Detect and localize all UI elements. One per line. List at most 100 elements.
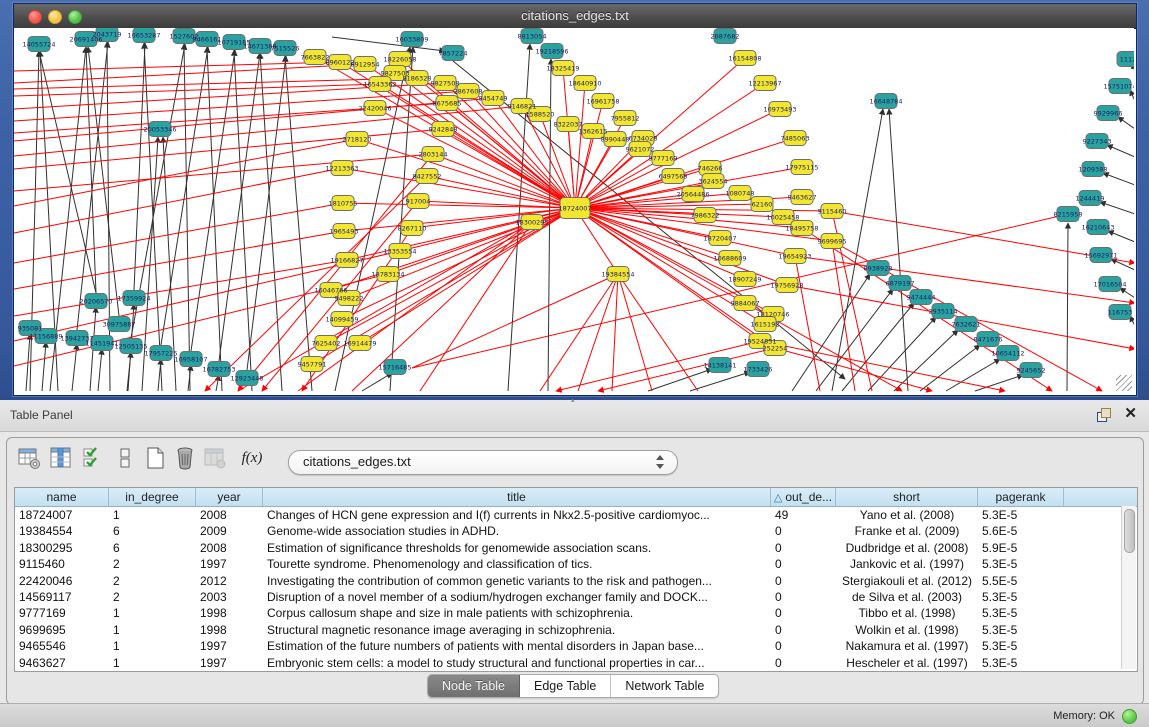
table-cell-year[interactable]: 2012	[196, 573, 263, 589]
table-cell-name[interactable]: 9465546	[15, 638, 109, 654]
table-cell-year[interactable]: 1998	[196, 622, 263, 638]
graph-edge[interactable]	[889, 109, 908, 391]
graph-edge[interactable]	[191, 50, 235, 351]
graph-edge[interactable]	[343, 203, 575, 208]
table-cell-short[interactable]: Nakamura et al. (1997)	[836, 638, 978, 654]
graph-edge[interactable]	[1100, 202, 1134, 214]
column-header-name[interactable]: name	[15, 488, 109, 506]
table-cell-pagerank[interactable]: 5.5E-5	[978, 573, 1064, 589]
graph-edge[interactable]	[568, 124, 575, 208]
graph-edge[interactable]	[1120, 288, 1134, 298]
graph-edge[interactable]	[1103, 173, 1134, 185]
graph-edge[interactable]	[832, 109, 883, 391]
table-row[interactable]: 1830029562008Estimation of significance …	[15, 540, 1119, 556]
table-cell-in_degree[interactable]: 2	[109, 573, 196, 589]
table-cell-pagerank[interactable]: 5.6E-5	[978, 523, 1064, 539]
table-cell-name[interactable]: 19384554	[15, 523, 109, 539]
splitter-handle-icon[interactable]: ▴	[571, 398, 580, 403]
graph-edge[interactable]	[975, 375, 1023, 391]
column-header-short[interactable]: short	[836, 488, 978, 506]
table-cell-in_degree[interactable]: 1	[109, 638, 196, 654]
tab-edge-table[interactable]: Edge Table	[520, 675, 611, 697]
graph-edge[interactable]	[612, 274, 618, 391]
graph-edge[interactable]	[134, 43, 145, 290]
graph-edge[interactable]	[14, 203, 343, 263]
import-table-icon[interactable]	[202, 445, 228, 471]
column-header-year[interactable]: year	[196, 488, 263, 506]
table-cell-title[interactable]: Tourette syndrome. Phenomenology and cla…	[263, 556, 771, 572]
column-header-in_degree[interactable]: in_degree	[109, 488, 196, 506]
table-cell-name[interactable]: 9777169	[15, 605, 109, 621]
table-cell-year[interactable]: 2008	[196, 540, 263, 556]
tab-network-table[interactable]: Network Table	[611, 675, 718, 697]
table-cell-short[interactable]: Jankovic et al. (1997)	[836, 556, 978, 572]
table-cell-in_degree[interactable]: 6	[109, 540, 196, 556]
table-cell-title[interactable]: Disruption of a novel member of a sodium…	[263, 589, 771, 605]
graph-edge[interactable]	[14, 168, 342, 233]
network-window[interactable]: citations_edges.txt 1405572420	[13, 3, 1137, 396]
table-cell-year[interactable]: 2003	[196, 589, 263, 605]
function-builder-icon[interactable]: f(x)	[236, 445, 268, 471]
table-row[interactable]: 911546021997Tourette syndrome. Phenomeno…	[15, 556, 1119, 572]
table-cell-name[interactable]: 22420046	[15, 573, 109, 589]
table-cell-short[interactable]: Dudbridge et al. (2008)	[836, 540, 978, 556]
table-row[interactable]: 2242004622012Investigating the contribut…	[15, 573, 1119, 589]
graph-edge[interactable]	[433, 154, 575, 208]
memory-ok-icon[interactable]	[1122, 709, 1137, 724]
table-cell-pagerank[interactable]: 5.3E-5	[978, 589, 1064, 605]
column-header-pagerank[interactable]: pagerank	[978, 488, 1064, 506]
graph-edge[interactable]	[357, 139, 575, 208]
table-cell-out_de[interactable]: 49	[771, 507, 836, 523]
graph-edge[interactable]	[14, 260, 347, 316]
close-traffic-light-icon[interactable]	[28, 10, 42, 24]
graph-edge[interactable]	[14, 64, 365, 83]
table-row[interactable]: 946554611997Estimation of the future num…	[15, 638, 1119, 654]
table-cell-pagerank[interactable]: 5.3E-5	[978, 638, 1064, 654]
table-cell-short[interactable]: Hescheler et al. (1997)	[836, 655, 978, 671]
table-cell-year[interactable]: 1998	[196, 605, 263, 621]
table-cell-short[interactable]: Stergiakouli et al. (2012)	[836, 573, 978, 589]
table-cell-in_degree[interactable]: 1	[109, 622, 196, 638]
minimize-traffic-light-icon[interactable]	[48, 10, 62, 24]
table-cell-in_degree[interactable]: 2	[109, 589, 196, 605]
table-cell-out_de[interactable]: 0	[771, 540, 836, 556]
graph-edge[interactable]	[390, 47, 413, 391]
graph-edge[interactable]	[690, 372, 750, 391]
table-cell-year[interactable]: 1997	[196, 655, 263, 671]
table-cell-year[interactable]: 1997	[196, 638, 263, 654]
graph-edge[interactable]	[578, 274, 618, 391]
delete-table-icon[interactable]	[172, 445, 198, 471]
table-cell-title[interactable]: Corpus callosum shape and size in male p…	[263, 605, 771, 621]
graph-edge[interactable]	[207, 47, 222, 391]
graph-edge[interactable]	[380, 84, 575, 208]
table-row[interactable]: 969969511998Structural magnetic resonanc…	[15, 622, 1119, 638]
tab-node-table[interactable]: Node Table	[428, 675, 520, 697]
graph-edge[interactable]	[418, 201, 575, 208]
graph-edge[interactable]	[946, 359, 1000, 391]
graph-edge[interactable]	[802, 228, 1052, 391]
graph-edge[interactable]	[158, 359, 161, 391]
table-cell-name[interactable]: 9699695	[15, 622, 109, 638]
table-cell-title[interactable]: Embryonic stem cells: a model to study s…	[263, 655, 771, 671]
resize-grip-icon[interactable]	[1116, 375, 1132, 391]
table-cell-year[interactable]: 2008	[196, 507, 263, 523]
table-cell-title[interactable]: Investigating the contribution of common…	[263, 573, 771, 589]
graph-edge[interactable]	[42, 342, 46, 391]
graph-edge[interactable]	[1118, 117, 1134, 129]
zoom-traffic-light-icon[interactable]	[68, 10, 82, 24]
graph-edge[interactable]	[618, 274, 652, 391]
table-cell-out_de[interactable]: 0	[771, 523, 836, 539]
table-cell-in_degree[interactable]: 1	[109, 507, 196, 523]
table-cell-pagerank[interactable]: 5.3E-5	[978, 605, 1064, 621]
table-cell-year[interactable]: 2009	[196, 523, 263, 539]
table-cell-pagerank[interactable]: 5.3E-5	[978, 622, 1064, 638]
column-header-title[interactable]: title	[263, 488, 771, 506]
show-columns-icon[interactable]	[48, 445, 74, 471]
graph-edge[interactable]	[1067, 223, 1068, 391]
table-cell-title[interactable]: Estimation of significance thresholds fo…	[263, 540, 771, 556]
graph-edge[interactable]	[1107, 145, 1134, 157]
citation-network-graph[interactable]: 1405572420691406204371910653287152760284…	[14, 28, 1134, 393]
table-cell-out_de[interactable]: 0	[771, 589, 836, 605]
table-mode-icon[interactable]	[16, 445, 42, 471]
select-columns-icon[interactable]	[80, 445, 106, 471]
